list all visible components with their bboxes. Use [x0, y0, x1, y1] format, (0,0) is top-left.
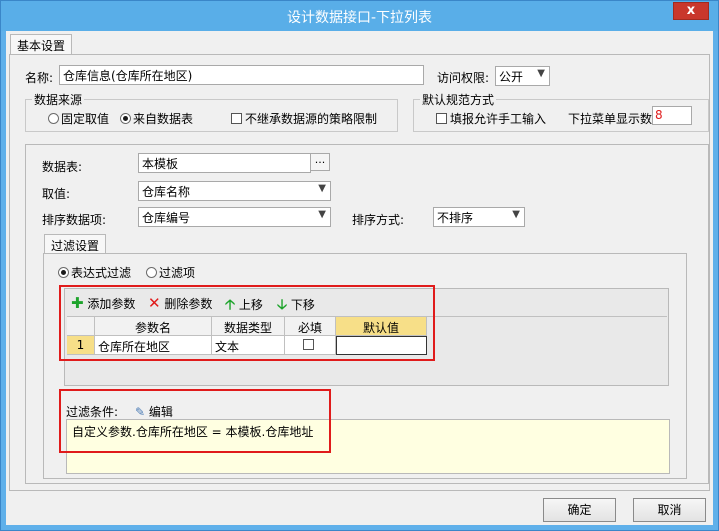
chevron-down-icon: ▼ [318, 183, 326, 194]
checkbox-icon [436, 113, 447, 124]
access-label: 访问权限: [437, 71, 490, 85]
radio-icon [48, 113, 59, 124]
cancel-button[interactable]: 取消 [633, 498, 706, 522]
dropdown-count-label: 下拉菜单显示数 [568, 112, 653, 126]
radio-filter-item-label: 过滤项 [159, 266, 196, 280]
highlight-params-box [59, 285, 435, 361]
sort-item-select[interactable]: 仓库编号 ▼ [138, 207, 331, 227]
data-source-group: 数据来源 固定取值 来自数据表 不继承数据源的策略限制 [25, 91, 398, 132]
radio-fixed-value[interactable]: 固定取值 [48, 110, 109, 127]
radio-selected-icon [58, 267, 69, 278]
access-select[interactable]: 公开 ▼ [495, 66, 550, 86]
no-inherit-label: 不继承数据源的策略限制 [245, 112, 378, 126]
title-bar[interactable]: 设计数据接口-下拉列表 x [1, 1, 718, 31]
close-button[interactable]: x [673, 2, 709, 20]
sort-item-label: 排序数据项: [42, 213, 107, 227]
no-inherit-checkbox[interactable]: 不继承数据源的策略限制 [231, 110, 377, 127]
sort-mode-select[interactable]: 不排序 ▼ [433, 207, 525, 227]
radio-filter-item[interactable]: 过滤项 [146, 264, 195, 281]
default-spec-title: 默认规范方式 [420, 91, 497, 108]
window-title: 设计数据接口-下拉列表 [286, 10, 433, 26]
radio-icon [146, 267, 157, 278]
data-source-title: 数据来源 [32, 91, 85, 108]
default-spec-group: 默认规范方式 填报允许手工输入 下拉菜单显示数 8 [413, 91, 709, 132]
chevron-down-icon: ▼ [318, 209, 326, 220]
name-label: 名称: [25, 71, 54, 85]
value-label: 取值: [42, 187, 71, 201]
access-select-value: 公开 [499, 70, 524, 84]
highlight-condition-box [59, 389, 331, 453]
radio-fixed-label: 固定取值 [61, 112, 110, 126]
chevron-down-icon: ▼ [537, 68, 545, 79]
radio-from-table[interactable]: 来自数据表 [120, 110, 193, 127]
dialog-window: 设计数据接口-下拉列表 x 基本设置 名称: 仓库信息(仓库所在地区) 访问权限… [0, 0, 719, 531]
name-input[interactable]: 仓库信息(仓库所在地区) [59, 65, 424, 85]
table-input[interactable]: 本模板 [138, 153, 311, 173]
radio-from-table-label: 来自数据表 [133, 112, 194, 126]
tab-basic-settings[interactable]: 基本设置 [10, 34, 73, 54]
sort-mode-label: 排序方式: [352, 213, 405, 227]
radio-expression-filter[interactable]: 表达式过滤 [58, 264, 131, 281]
value-select-value: 仓库名称 [142, 185, 191, 199]
tab-filter-settings[interactable]: 过滤设置 [44, 234, 107, 254]
chevron-down-icon: ▼ [512, 209, 520, 220]
allow-manual-checkbox[interactable]: 填报允许手工输入 [436, 110, 546, 127]
ok-button[interactable]: 确定 [543, 498, 616, 522]
dropdown-count-input[interactable]: 8 [652, 106, 692, 125]
radio-selected-icon [120, 113, 131, 124]
table-label: 数据表: [42, 160, 83, 174]
browse-button[interactable]: ... [310, 153, 330, 171]
checkbox-icon [231, 113, 242, 124]
radio-expression-label: 表达式过滤 [71, 266, 132, 280]
dialog-body: 基本设置 名称: 仓库信息(仓库所在地区) 访问权限: 公开 ▼ 数据来源 固定… [6, 31, 713, 525]
value-select[interactable]: 仓库名称 ▼ [138, 181, 331, 201]
allow-manual-label: 填报允许手工输入 [450, 112, 547, 126]
sort-mode-select-value: 不排序 [437, 211, 474, 225]
sort-item-select-value: 仓库编号 [142, 211, 191, 225]
